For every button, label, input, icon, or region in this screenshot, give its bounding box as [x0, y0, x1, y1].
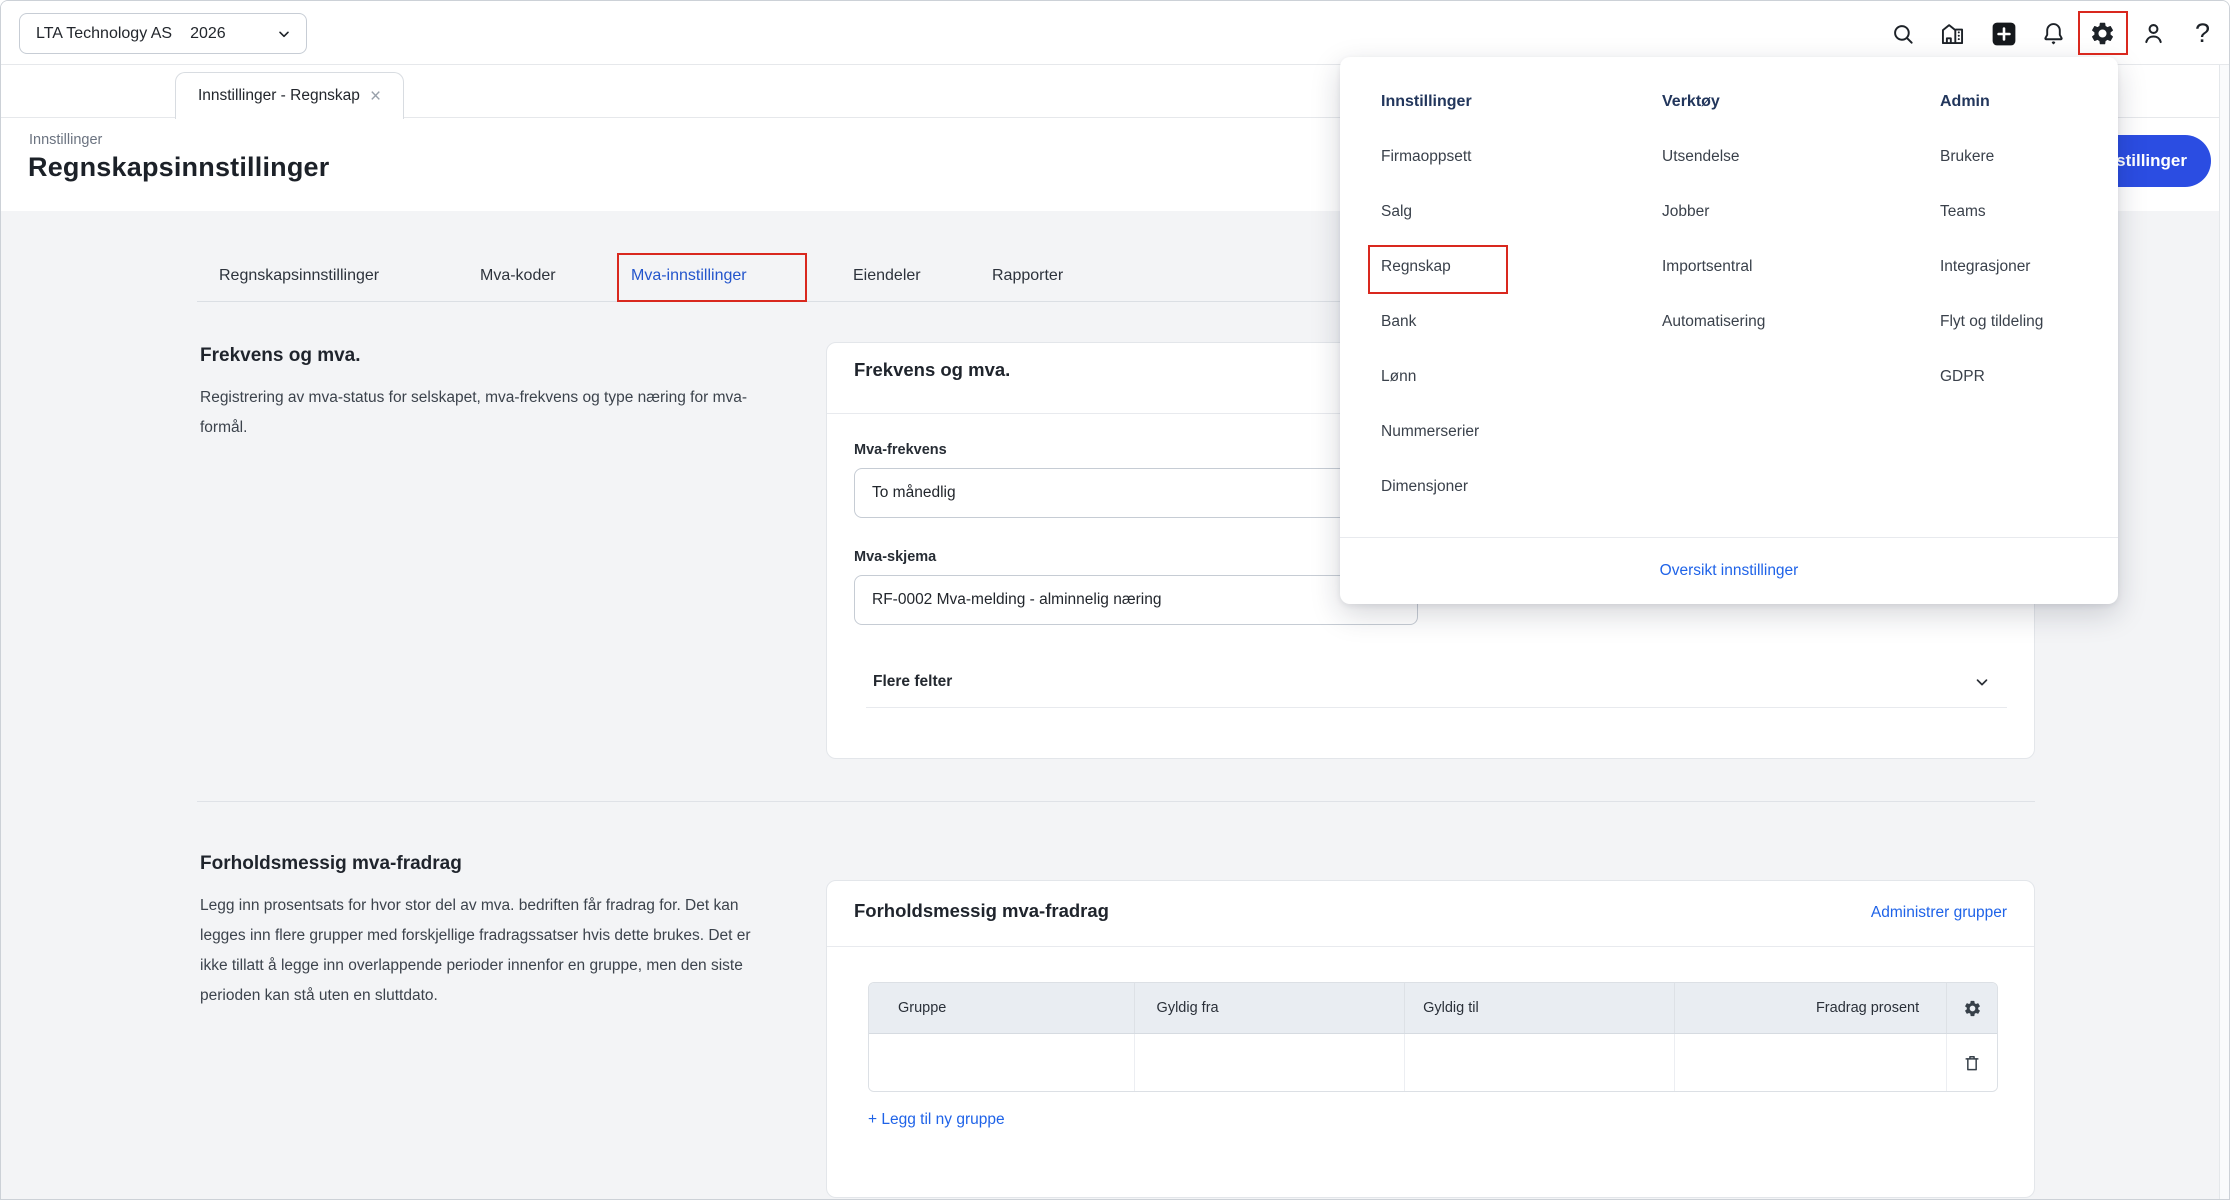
- menu-item-firmaoppsett[interactable]: Firmaoppsett: [1381, 148, 1471, 166]
- menu-item-jobber[interactable]: Jobber: [1662, 203, 1709, 221]
- menu-item-regnskap[interactable]: Regnskap: [1381, 258, 1451, 276]
- menu-column-heading-admin: Admin: [1940, 93, 1990, 111]
- add-group-link[interactable]: + Legg til ny gruppe: [868, 1111, 1005, 1129]
- section-heading-frekvens: Frekvens og mva.: [200, 345, 361, 367]
- menu-item-flyt-og-tildeling[interactable]: Flyt og tildeling: [1940, 313, 2043, 331]
- recent-tab-title: Innstillinger - Regnskap: [198, 87, 360, 105]
- menu-item-importsentral[interactable]: Importsentral: [1662, 258, 1752, 276]
- column-header-gyldig-til: Gyldig til: [1405, 983, 1675, 1033]
- mva-skjema-label: Mva-skjema: [854, 549, 936, 565]
- settings-overview-link[interactable]: Oversikt innstillinger: [1660, 562, 1799, 579]
- breadcrumb: Innstillinger: [29, 132, 102, 148]
- menu-column-heading-verktoy: Verktøy: [1662, 93, 1720, 111]
- companies-icon[interactable]: [1939, 20, 1966, 47]
- recent-tab-innstillinger-regnskap[interactable]: Innstillinger - Regnskap ×: [175, 72, 404, 119]
- menu-item-utsendelse[interactable]: Utsendelse: [1662, 148, 1740, 166]
- cell-gyldig-fra[interactable]: [1135, 1034, 1406, 1091]
- close-icon[interactable]: ×: [370, 87, 381, 106]
- help-icon[interactable]: ?: [2189, 20, 2216, 47]
- section-description-frekvens: Registrering av mva-status for selskapet…: [200, 383, 760, 443]
- app-window: LTA Technology AS 2026 ? Nylig besøkt:: [0, 0, 2230, 1200]
- create-new-icon[interactable]: [1990, 20, 2017, 47]
- tab-regnskapsinnstillinger[interactable]: Regnskapsinnstillinger: [219, 267, 379, 285]
- menu-item-nummerserier[interactable]: Nummerserier: [1381, 423, 1479, 441]
- tab-rapporter[interactable]: Rapporter: [992, 267, 1063, 285]
- section-divider: [197, 801, 2035, 802]
- company-year: 2026: [190, 25, 226, 43]
- menu-item-lonn[interactable]: Lønn: [1381, 368, 1416, 386]
- tab-mva-innstillinger[interactable]: Mva-innstillinger: [631, 267, 747, 285]
- section-heading-fradrag: Forholdsmessig mva-fradrag: [200, 853, 462, 875]
- company-name: LTA Technology AS: [36, 25, 172, 43]
- mva-frekvens-label: Mva-frekvens: [854, 442, 947, 458]
- table-settings-icon[interactable]: [1947, 983, 1997, 1033]
- card-heading-frekvens: Frekvens og mva.: [854, 359, 1010, 381]
- menu-item-integrasjoner[interactable]: Integrasjoner: [1940, 258, 2030, 276]
- fradrag-table: Gruppe Gyldig fra Gyldig til Fradrag pro…: [868, 982, 1998, 1092]
- column-header-fradrag-prosent: Fradrag prosent: [1675, 983, 1948, 1033]
- cell-fradrag-prosent[interactable]: [1675, 1034, 1948, 1091]
- notifications-icon[interactable]: [2040, 20, 2067, 47]
- scrollbar[interactable]: [2219, 65, 2230, 1200]
- chevron-down-icon: [276, 26, 292, 42]
- search-icon[interactable]: [1889, 20, 1916, 47]
- table-header-row: Gruppe Gyldig fra Gyldig til Fradrag pro…: [869, 983, 1997, 1034]
- menu-item-teams[interactable]: Teams: [1940, 203, 1986, 221]
- card2-header-divider: [827, 946, 2034, 947]
- tab-eiendeler[interactable]: Eiendeler: [853, 267, 921, 285]
- section-description-fradrag: Legg inn prosentsats for hvor stor del a…: [200, 891, 760, 1011]
- settings-icon[interactable]: [2089, 20, 2116, 47]
- menu-item-dimensjoner[interactable]: Dimensjoner: [1381, 478, 1468, 496]
- menu-item-gdpr[interactable]: GDPR: [1940, 368, 1985, 386]
- mva-frekvens-value: To månedlig: [872, 484, 956, 502]
- table-row: [869, 1034, 1997, 1091]
- profile-icon[interactable]: [2140, 20, 2167, 47]
- more-fields-toggle[interactable]: Flere felter: [873, 673, 952, 691]
- delete-row-icon[interactable]: [1947, 1034, 1997, 1091]
- menu-column-heading-innstillinger: Innstillinger: [1381, 93, 1472, 111]
- menu-item-salg[interactable]: Salg: [1381, 203, 1412, 221]
- menu-item-bank[interactable]: Bank: [1381, 313, 1416, 331]
- mva-skjema-value: RF-0002 Mva-melding - alminnelig næring: [872, 591, 1161, 609]
- manage-groups-link[interactable]: Administrer grupper: [1826, 904, 2007, 922]
- tab-mva-koder[interactable]: Mva-koder: [480, 267, 556, 285]
- company-selector[interactable]: LTA Technology AS 2026: [19, 13, 307, 54]
- menu-item-brukere[interactable]: Brukere: [1940, 148, 1994, 166]
- column-header-gyldig-fra: Gyldig fra: [1135, 983, 1406, 1033]
- cell-gyldig-til[interactable]: [1405, 1034, 1675, 1091]
- cell-gruppe[interactable]: [869, 1034, 1135, 1091]
- mva-frekvens-input[interactable]: To månedlig: [854, 468, 1418, 518]
- more-fields-divider: [866, 707, 2007, 708]
- column-header-gruppe: Gruppe: [869, 983, 1135, 1033]
- page-title: Regnskapsinnstillinger: [28, 152, 329, 183]
- chevron-down-icon[interactable]: [1973, 673, 1991, 691]
- menu-footer-divider: [1340, 537, 2118, 538]
- card-heading-fradrag: Forholdsmessig mva-fradrag: [854, 900, 1109, 922]
- mva-skjema-select[interactable]: RF-0002 Mva-melding - alminnelig næring: [854, 575, 1418, 625]
- menu-item-automatisering[interactable]: Automatisering: [1662, 313, 1765, 331]
